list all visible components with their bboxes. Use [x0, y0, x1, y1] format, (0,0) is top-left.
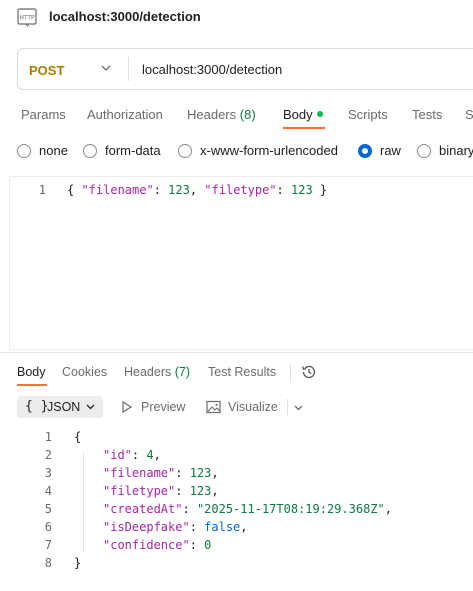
- response-code-line: }: [74, 556, 82, 570]
- line-number: 7: [44, 538, 52, 552]
- response-code-line: {: [74, 430, 82, 444]
- image-icon: [206, 400, 221, 414]
- response-code-line: "filename": 123,: [103, 466, 219, 480]
- response-view-toolbar: { } JSON Preview Visualize: [0, 396, 473, 420]
- request-title[interactable]: localhost:3000/detection: [49, 9, 201, 24]
- line-number: 6: [44, 520, 52, 534]
- play-icon: [122, 400, 133, 414]
- radio-binary-label[interactable]: binary: [439, 143, 473, 158]
- radio-form-data[interactable]: [83, 144, 97, 158]
- active-tab-indicator: [283, 127, 325, 129]
- http-file-icon: HTTP: [17, 8, 37, 27]
- tab-test-results[interactable]: Test Results: [208, 365, 276, 379]
- radio-binary[interactable]: [417, 144, 431, 158]
- radio-raw-label[interactable]: raw: [380, 143, 401, 158]
- line-number: 3: [44, 466, 52, 480]
- response-body-viewer[interactable]: 1 {2 "id": 4, 3 "filename": 123, 4 "filetype":…: [0, 428, 473, 578]
- format-label: JSON: [47, 400, 81, 414]
- body-type-options: none form-data x-www-form-urlencoded raw…: [0, 142, 473, 162]
- divider: [290, 364, 291, 382]
- tab-response-body[interactable]: Body: [17, 365, 46, 379]
- preview-button[interactable]: Preview: [141, 400, 185, 414]
- url-divider: [128, 57, 129, 81]
- radio-none[interactable]: [17, 144, 31, 158]
- active-response-tab-indicator: [17, 384, 47, 386]
- response-tabs: Body Cookies Headers (7) Test Results: [0, 362, 473, 386]
- response-code-line: "createdAt": "2025-11-17T08:19:29.368Z",: [103, 502, 393, 516]
- history-icon[interactable]: [301, 364, 317, 380]
- radio-none-label[interactable]: none: [39, 143, 68, 158]
- tab-headers[interactable]: Headers (8): [187, 107, 256, 122]
- tab-authorization[interactable]: Authorization: [87, 107, 163, 122]
- url-input[interactable]: localhost:3000/detection: [142, 62, 282, 77]
- tab-settings-truncated[interactable]: S: [465, 107, 473, 122]
- tab-tests[interactable]: Tests: [412, 107, 442, 122]
- chevron-down-icon[interactable]: [293, 402, 304, 413]
- svg-text:HTTP: HTTP: [19, 15, 35, 22]
- line-number: 8: [44, 556, 52, 570]
- tab-body[interactable]: Body: [283, 107, 323, 122]
- method-select[interactable]: POST: [29, 63, 64, 78]
- request-body-editor[interactable]: 1 { "filename": 123, "filetype": 123 }: [9, 176, 473, 350]
- radio-raw[interactable]: [358, 144, 372, 158]
- response-code-line: "filetype": 123,: [103, 484, 219, 498]
- tab-response-headers[interactable]: Headers (7): [124, 365, 190, 379]
- radio-x-www-form-urlencoded-label[interactable]: x-www-form-urlencoded: [200, 143, 338, 158]
- request-title-bar: HTTP localhost:3000/detection: [0, 0, 473, 36]
- braces-icon: { }: [25, 399, 49, 414]
- tab-params[interactable]: Params: [21, 107, 66, 122]
- tab-cookies[interactable]: Cookies: [62, 365, 107, 379]
- indent-guide: [83, 451, 84, 553]
- line-number: 1: [44, 430, 52, 444]
- visualize-button[interactable]: Visualize: [228, 400, 278, 414]
- divider: [287, 399, 288, 415]
- response-code-line: "id": 4,: [103, 448, 161, 462]
- radio-form-data-label[interactable]: form-data: [105, 143, 161, 158]
- line-number: 2: [44, 448, 52, 462]
- request-body-code[interactable]: { "filename": 123, "filetype": 123 }: [67, 183, 327, 197]
- response-code-line: "isDeepfake": false,: [103, 520, 248, 534]
- chevron-down-icon: [86, 404, 95, 410]
- line-number: 4: [44, 484, 52, 498]
- chevron-down-icon[interactable]: [100, 62, 112, 74]
- format-select[interactable]: { } JSON: [17, 396, 103, 418]
- request-tabs: Params Authorization Headers (8) Body Sc…: [0, 104, 473, 132]
- tab-scripts[interactable]: Scripts: [348, 107, 388, 122]
- response-code-line: "confidence": 0: [103, 538, 212, 552]
- pane-divider[interactable]: [0, 352, 473, 353]
- radio-x-www-form-urlencoded[interactable]: [178, 144, 192, 158]
- line-number: 5: [44, 502, 52, 516]
- url-bar: POST localhost:3000/detection: [17, 48, 473, 90]
- line-number: 1: [38, 183, 46, 197]
- body-status-dot: [316, 111, 323, 117]
